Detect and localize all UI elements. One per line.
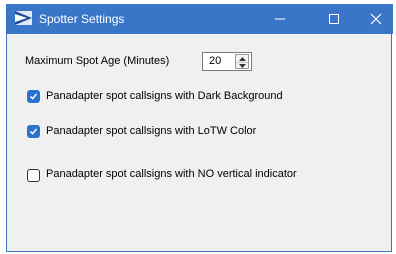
arrow-up-icon xyxy=(238,56,246,61)
checkmark-icon xyxy=(29,93,38,100)
no-vertical-indicator-label[interactable]: Panadapter spot callsigns with NO vertic… xyxy=(46,168,297,180)
checkmark-icon xyxy=(29,128,38,135)
spotter-settings-window: Spotter Settings Maximum Spot Age (Minut… xyxy=(6,4,393,252)
window-title: Spotter Settings xyxy=(39,12,125,26)
lotw-color-label[interactable]: Panadapter spot callsigns with LoTW Colo… xyxy=(46,125,256,137)
minimize-button[interactable] xyxy=(257,4,303,34)
close-icon xyxy=(370,13,382,25)
max-spot-age-label: Maximum Spot Age (Minutes) xyxy=(25,55,170,67)
max-spot-age-spinner[interactable]: 20 xyxy=(202,52,252,71)
close-button[interactable] xyxy=(353,4,396,34)
lotw-color-checkbox[interactable] xyxy=(27,125,40,138)
spinner-buttons xyxy=(235,54,249,69)
dark-background-checkbox[interactable] xyxy=(27,90,40,103)
minimize-icon xyxy=(275,18,285,20)
spin-down-button[interactable] xyxy=(236,62,248,69)
dark-background-label[interactable]: Panadapter spot callsigns with Dark Back… xyxy=(46,90,283,102)
no-vertical-indicator-checkbox[interactable] xyxy=(27,169,40,182)
maximize-button[interactable] xyxy=(311,4,357,34)
maximize-icon xyxy=(329,14,339,24)
arrow-down-icon xyxy=(238,63,246,68)
max-spot-age-value[interactable]: 20 xyxy=(209,55,221,67)
title-bar[interactable]: Spotter Settings xyxy=(7,4,393,34)
app-icon xyxy=(15,11,32,25)
settings-panel: Maximum Spot Age (Minutes) 20 Panadapter… xyxy=(7,34,393,252)
